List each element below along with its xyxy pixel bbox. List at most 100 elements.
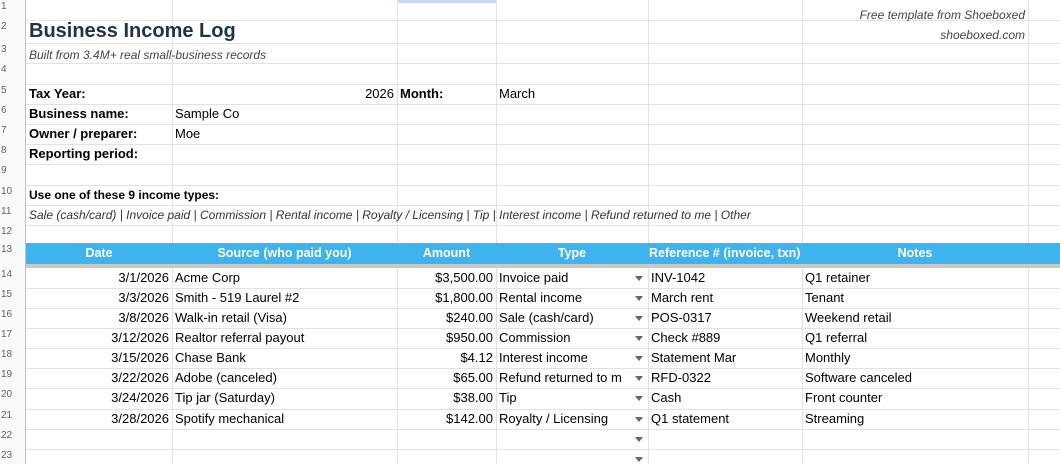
cell-type[interactable]: Rental income xyxy=(496,288,636,308)
income-types-list: Sale (cash/card) | Invoice paid | Commis… xyxy=(29,208,751,222)
row-number[interactable]: 10 xyxy=(0,182,12,202)
chevron-down-icon[interactable] xyxy=(635,376,643,381)
cell-date[interactable]: 3/12/2026 xyxy=(26,328,172,348)
grid-vline xyxy=(1028,0,1029,464)
cell-notes[interactable]: Weekend retail xyxy=(802,308,1028,328)
cell-date[interactable]: 3/28/2026 xyxy=(26,409,172,429)
chevron-down-icon[interactable] xyxy=(635,396,643,401)
cell-source[interactable]: Acme Corp xyxy=(172,268,397,288)
row-number[interactable]: 12 xyxy=(0,222,12,242)
cell-type[interactable]: Sale (cash/card) xyxy=(496,308,636,328)
row-number[interactable]: 18 xyxy=(0,345,12,365)
row-number[interactable]: 23 xyxy=(0,446,12,464)
chevron-down-icon[interactable] xyxy=(635,437,643,442)
row-number[interactable]: 19 xyxy=(0,365,12,385)
row-number[interactable]: 5 xyxy=(0,81,10,101)
cell-type[interactable]: Tip xyxy=(496,388,636,408)
row-number[interactable]: 15 xyxy=(0,285,12,305)
chevron-down-icon[interactable] xyxy=(635,296,643,301)
chevron-down-icon[interactable] xyxy=(635,276,643,281)
cell-date[interactable]: 3/15/2026 xyxy=(26,348,172,368)
row-number[interactable]: 14 xyxy=(0,265,12,285)
cell-type[interactable]: Commission xyxy=(496,328,636,348)
owner-label: Owner / preparer: xyxy=(29,126,138,141)
cell-reference[interactable]: INV-1042 xyxy=(648,268,802,288)
grid-hline xyxy=(26,164,1060,165)
col-header-date[interactable]: Date xyxy=(26,243,172,264)
col-header-source[interactable]: Source (who paid you) xyxy=(172,243,397,264)
cell-source[interactable]: Chase Bank xyxy=(172,348,397,368)
col-header-type[interactable]: Type xyxy=(496,243,648,264)
cell-notes[interactable]: Front counter xyxy=(802,388,1028,408)
row-number[interactable]: 6 xyxy=(0,101,10,121)
cell-reference[interactable]: POS-0317 xyxy=(648,308,802,328)
cell-date[interactable]: 3/8/2026 xyxy=(26,308,172,328)
promo-link[interactable]: shoeboxed.com xyxy=(650,25,1028,45)
row-number[interactable]: 4 xyxy=(0,60,10,80)
cell-amount[interactable]: $3,500.00 xyxy=(397,268,496,288)
row-number[interactable]: 22 xyxy=(0,426,12,446)
col-header-amount[interactable]: Amount xyxy=(397,243,496,264)
cell-notes[interactable]: Tenant xyxy=(802,288,1028,308)
col-header-notes[interactable]: Notes xyxy=(802,243,1028,264)
chevron-down-icon[interactable] xyxy=(635,356,643,361)
cell-amount[interactable]: $4.12 xyxy=(397,348,496,368)
row-number[interactable]: 13 xyxy=(0,240,12,260)
month-value[interactable]: March xyxy=(496,84,648,104)
cell-source[interactable]: Walk-in retail (Visa) xyxy=(172,308,397,328)
cell-source[interactable]: Smith - 519 Laurel #2 xyxy=(172,288,397,308)
cell-date[interactable]: 3/24/2026 xyxy=(26,388,172,408)
cell-amount[interactable]: $240.00 xyxy=(397,308,496,328)
reporting-period-label: Reporting period: xyxy=(29,146,139,161)
cell-reference[interactable]: Check #889 xyxy=(648,328,802,348)
row-number[interactable]: 16 xyxy=(0,305,12,325)
col-header-reference[interactable]: Reference # (invoice, txn) xyxy=(648,243,802,264)
cell-notes[interactable]: Streaming xyxy=(802,409,1028,429)
page-title: Business Income Log xyxy=(29,20,236,42)
cell-type[interactable]: Interest income xyxy=(496,348,636,368)
cell-notes[interactable]: Monthly xyxy=(802,348,1028,368)
chevron-down-icon[interactable] xyxy=(635,457,643,462)
owner-value[interactable]: Moe xyxy=(172,124,397,144)
row-number[interactable]: 1 xyxy=(0,0,10,17)
row-number[interactable]: 7 xyxy=(0,121,10,141)
cell-reference[interactable]: Q1 statement xyxy=(648,409,802,429)
chevron-down-icon[interactable] xyxy=(635,316,643,321)
cell-type[interactable]: Royalty / Licensing xyxy=(496,409,636,429)
cell-date[interactable]: 3/22/2026 xyxy=(26,368,172,388)
cell-reference[interactable]: Cash xyxy=(648,388,802,408)
cell-date[interactable]: 3/1/2026 xyxy=(26,268,172,288)
cell-amount[interactable]: $38.00 xyxy=(397,388,496,408)
tax-year-value[interactable]: 2026 xyxy=(172,84,397,104)
cell-amount[interactable]: $65.00 xyxy=(397,368,496,388)
cell-source[interactable]: Tip jar (Saturday) xyxy=(172,388,397,408)
cell-amount[interactable]: $1,800.00 xyxy=(397,288,496,308)
cell-reference[interactable]: Statement Mar xyxy=(648,348,802,368)
cell-source[interactable]: Spotify mechanical xyxy=(172,409,397,429)
cell-date[interactable]: 3/3/2026 xyxy=(26,288,172,308)
row-number[interactable]: 3 xyxy=(0,40,10,60)
cell-source[interactable]: Adobe (canceled) xyxy=(172,368,397,388)
cell-amount[interactable]: $950.00 xyxy=(397,328,496,348)
cell-notes[interactable]: Q1 referral xyxy=(802,328,1028,348)
cell-source[interactable]: Realtor referral payout xyxy=(172,328,397,348)
cell-amount[interactable]: $142.00 xyxy=(397,409,496,429)
row-header-column: 1 2 3 4 5 6 7 8 9 10 11 12 13 14 15 16 17 18 19 20 21 22 23 xyxy=(0,0,26,464)
row-number[interactable]: 2 xyxy=(0,17,10,37)
row-number[interactable]: 9 xyxy=(0,161,10,181)
cell-notes[interactable]: Q1 retainer xyxy=(802,268,1028,288)
chevron-down-icon[interactable] xyxy=(635,336,643,341)
cell-type[interactable]: Invoice paid xyxy=(496,268,636,288)
chevron-down-icon[interactable] xyxy=(635,417,643,422)
cell-reference[interactable]: RFD-0322 xyxy=(648,368,802,388)
cell-reference[interactable]: March rent xyxy=(648,288,802,308)
cell-notes[interactable]: Software canceled xyxy=(802,368,1028,388)
business-name-value[interactable]: Sample Co xyxy=(172,104,397,124)
row-number[interactable]: 8 xyxy=(0,141,10,161)
row-number[interactable]: 21 xyxy=(0,406,12,426)
cell-type[interactable]: Refund returned to m xyxy=(496,368,636,388)
row-number[interactable]: 17 xyxy=(0,325,12,345)
row-number[interactable]: 20 xyxy=(0,385,12,405)
row-number[interactable]: 11 xyxy=(0,202,11,222)
grid-hline xyxy=(26,429,1060,430)
